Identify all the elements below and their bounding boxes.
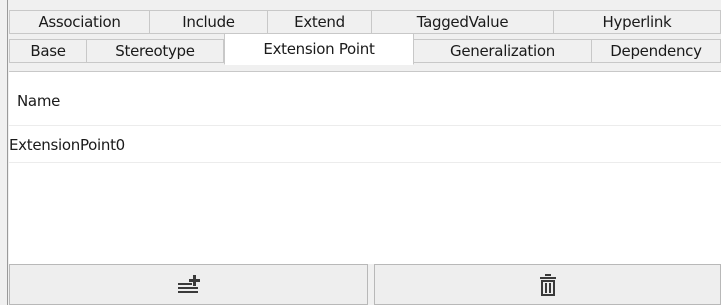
tab-hyperlink[interactable]: Hyperlink — [554, 10, 721, 34]
tab-include[interactable]: Include — [150, 10, 268, 34]
tab-base[interactable]: Base — [9, 39, 87, 63]
tab-row-top: Association Include Extend TaggedValue H… — [9, 10, 721, 34]
list-item[interactable]: ExtensionPoint0 — [9, 127, 721, 163]
trash-icon — [539, 273, 557, 296]
tab-extension-point[interactable]: Extension Point — [224, 33, 414, 65]
add-list-icon — [177, 274, 200, 296]
list-header-name[interactable]: Name — [9, 76, 721, 126]
add-button[interactable] — [9, 264, 368, 305]
tab-stereotype[interactable]: Stereotype — [87, 39, 224, 63]
list-toolbar — [9, 264, 721, 305]
tab-row-bottom: Base Stereotype Extension Point Generali… — [9, 33, 721, 65]
extension-point-list: Name ExtensionPoint0 — [9, 71, 721, 264]
left-border — [0, 0, 8, 305]
tab-taggedvalue[interactable]: TaggedValue — [372, 10, 554, 34]
tab-generalization[interactable]: Generalization — [414, 39, 592, 63]
tab-association[interactable]: Association — [9, 10, 150, 34]
tab-dependency[interactable]: Dependency — [592, 39, 721, 63]
tab-extend[interactable]: Extend — [268, 10, 372, 34]
extension-point-panel: Association Include Extend TaggedValue H… — [0, 0, 721, 305]
delete-button[interactable] — [374, 264, 721, 305]
